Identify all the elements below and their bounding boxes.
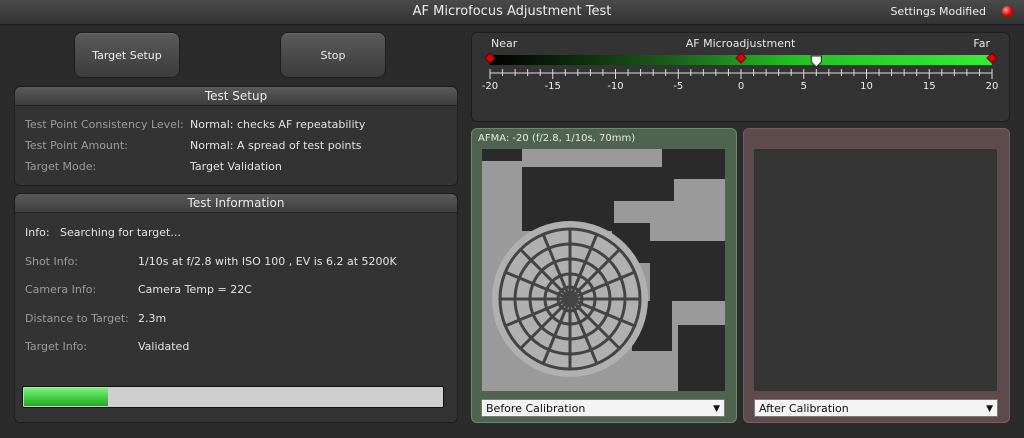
distance-value: 2.3m bbox=[138, 312, 167, 325]
shot-info-value: 1/10s at f/2.8 with ISO 100 , EV is 6.2 … bbox=[138, 255, 397, 268]
info-value: Searching for target... bbox=[60, 226, 181, 239]
afma-tick-label: 0 bbox=[737, 81, 745, 92]
chevron-down-icon: ▼ bbox=[713, 404, 720, 414]
status-indicator-icon bbox=[1002, 6, 1013, 17]
after-calibration-panel: After Calibration ▼ bbox=[743, 128, 1010, 423]
afma-scale-graphic bbox=[484, 52, 998, 79]
afma-tick-label: -5 bbox=[673, 81, 684, 92]
before-calibration-panel: AFMA: -20 (f/2.8, 1/10s, 70mm) Before Ca… bbox=[471, 128, 737, 423]
afma-current-indicator-icon[interactable] bbox=[810, 55, 822, 68]
test-point-amount-label: Test Point Amount: bbox=[25, 139, 128, 152]
progress-fill bbox=[24, 388, 108, 406]
title-bar: AF Microfocus Adjustment Test Settings M… bbox=[0, 0, 1024, 25]
target-setup-button[interactable]: Target Setup bbox=[74, 32, 180, 78]
target-mode-value: Target Validation bbox=[190, 160, 282, 173]
before-calibration-select-value: Before Calibration bbox=[486, 402, 586, 415]
afma-caption: AFMA: -20 (f/2.8, 1/10s, 70mm) bbox=[478, 133, 636, 144]
target-image-after bbox=[754, 149, 997, 391]
info-label: Info: bbox=[25, 226, 50, 239]
consistency-level-label: Test Point Consistency Level: bbox=[25, 118, 184, 131]
target-info-value: Validated bbox=[138, 340, 190, 353]
test-point-amount-value: Normal: A spread of test points bbox=[190, 139, 362, 152]
camera-info-value: Camera Temp = 22C bbox=[138, 283, 252, 296]
afma-tick-label: 20 bbox=[985, 81, 999, 92]
shot-info-label: Shot Info: bbox=[25, 255, 79, 268]
test-information-header: Test Information bbox=[15, 194, 457, 213]
test-setup-panel: Test Setup Test Point Consistency Level:… bbox=[14, 86, 458, 186]
test-setup-header: Test Setup bbox=[15, 87, 457, 106]
target-mode-label: Target Mode: bbox=[25, 160, 97, 173]
afma-tick-label: 5 bbox=[800, 81, 807, 92]
afma-tick-label: 15 bbox=[922, 81, 936, 92]
chevron-down-icon: ▼ bbox=[986, 404, 993, 414]
distance-label: Distance to Target: bbox=[25, 312, 129, 325]
after-calibration-select[interactable]: After Calibration ▼ bbox=[754, 399, 998, 417]
target-image-before bbox=[482, 149, 725, 391]
target-info-label: Target Info: bbox=[25, 340, 88, 353]
camera-info-label: Camera Info: bbox=[25, 283, 97, 296]
settings-modified-label: Settings Modified bbox=[890, 5, 986, 18]
focus-target-image bbox=[482, 149, 725, 391]
consistency-level-value: Normal: checks AF repeatability bbox=[190, 118, 366, 131]
afma-tick-label: 10 bbox=[860, 81, 873, 92]
stop-button[interactable]: Stop bbox=[280, 32, 386, 78]
afma-scale-panel: Near AF Microadjustment Far -20 -15 -10 -5 0… bbox=[471, 32, 1010, 122]
window-title: AF Microfocus Adjustment Test bbox=[412, 4, 612, 19]
afma-tick-label: -10 bbox=[607, 81, 624, 92]
after-calibration-select-value: After Calibration bbox=[759, 402, 849, 415]
afma-tick-label: -20 bbox=[481, 81, 499, 92]
before-calibration-select[interactable]: Before Calibration ▼ bbox=[481, 399, 725, 417]
progress-bar bbox=[22, 386, 444, 408]
afma-tick-label: -15 bbox=[544, 81, 561, 92]
